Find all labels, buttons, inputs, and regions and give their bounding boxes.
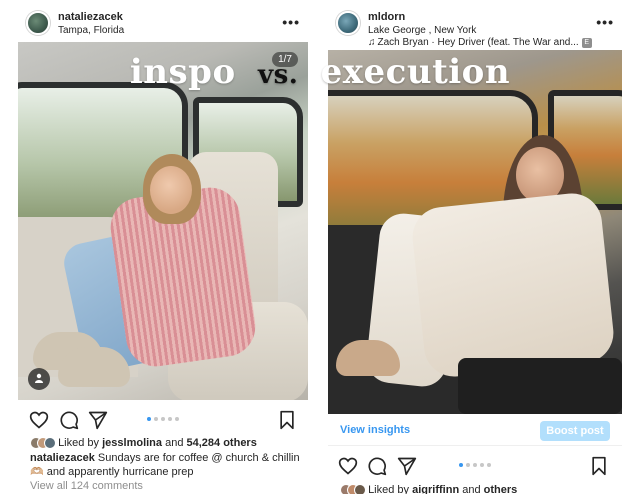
username[interactable]: mldorn bbox=[368, 11, 405, 23]
liker-avatars bbox=[340, 484, 366, 494]
carousel-dot bbox=[487, 463, 491, 467]
heart-icon[interactable] bbox=[338, 456, 358, 476]
carousel-dot bbox=[466, 463, 470, 467]
tagged-users-icon[interactable] bbox=[28, 368, 50, 390]
likes-user[interactable]: jesslmolina bbox=[102, 437, 162, 449]
avatar[interactable] bbox=[26, 11, 50, 35]
location[interactable]: Tampa, Florida bbox=[58, 25, 124, 36]
carousel-dot bbox=[154, 417, 158, 421]
caption: nataliezacek Sundays are for coffee @ ch… bbox=[30, 451, 302, 479]
explicit-badge: E bbox=[581, 38, 592, 48]
share-icon[interactable] bbox=[88, 410, 108, 430]
music-note-icon: ♫ bbox=[368, 37, 376, 48]
carousel-indicator bbox=[459, 463, 491, 467]
likes-count[interactable]: others bbox=[484, 484, 518, 494]
post-header: mldorn Lake George , New York ♫ Zach Brya… bbox=[328, 8, 622, 48]
post-photo[interactable]: 1/7 bbox=[18, 42, 308, 400]
boost-post-button[interactable]: Boost post bbox=[540, 421, 610, 441]
carousel-dot bbox=[480, 463, 484, 467]
overlay-word-inspo: inspo bbox=[129, 52, 236, 92]
avatar[interactable] bbox=[336, 11, 360, 35]
music-track: Zach Bryan · Hey Driver (feat. The War a… bbox=[377, 37, 579, 48]
share-icon[interactable] bbox=[397, 456, 417, 476]
music-line[interactable]: ♫ Zach Bryan · Hey Driver (feat. The War … bbox=[368, 37, 592, 48]
insights-bar: View insights Boost post bbox=[328, 418, 622, 446]
likes-and: and bbox=[462, 484, 481, 494]
likes-count[interactable]: 54,284 others bbox=[187, 437, 257, 449]
bookmark-icon[interactable] bbox=[277, 410, 297, 430]
comment-icon[interactable] bbox=[59, 410, 79, 430]
carousel-indicator bbox=[147, 417, 179, 421]
carousel-dot bbox=[473, 463, 477, 467]
action-bar bbox=[328, 456, 622, 482]
action-bar bbox=[18, 410, 308, 436]
more-options-icon[interactable]: ••• bbox=[596, 14, 614, 30]
overlay-word-vs: vs. bbox=[257, 60, 299, 90]
post-header: nataliezacek Tampa, Florida ••• bbox=[18, 8, 308, 38]
username[interactable]: nataliezacek bbox=[58, 11, 123, 23]
liker-avatars bbox=[30, 437, 56, 452]
carousel-dot bbox=[161, 417, 165, 421]
face bbox=[150, 166, 192, 214]
bookmark-icon[interactable] bbox=[589, 456, 609, 476]
likes-line[interactable]: Liked by jesslmolina and 54,284 others bbox=[30, 437, 257, 452]
overlay-word-execution: execution bbox=[320, 52, 511, 92]
likes-and: and bbox=[165, 437, 184, 449]
carousel-dot bbox=[459, 463, 463, 467]
center-console bbox=[458, 358, 622, 414]
likes-prefix: Liked by bbox=[368, 484, 410, 494]
cream-sweater bbox=[409, 190, 617, 380]
caption-username[interactable]: nataliezacek bbox=[30, 452, 95, 464]
view-insights-link[interactable]: View insights bbox=[340, 424, 410, 436]
slipper bbox=[58, 347, 130, 387]
carousel-dot bbox=[168, 417, 172, 421]
carousel-dot bbox=[147, 417, 151, 421]
view-comments-link[interactable]: View all 124 comments bbox=[30, 480, 143, 492]
likes-user[interactable]: aigriffinn bbox=[412, 484, 459, 494]
more-options-icon[interactable]: ••• bbox=[282, 14, 300, 30]
overlay-title: inspo vs. execution bbox=[0, 52, 640, 92]
likes-line[interactable]: Liked by aigriffinn and others bbox=[340, 484, 517, 494]
carousel-dot bbox=[175, 417, 179, 421]
comment-icon[interactable] bbox=[367, 456, 387, 476]
post-photo[interactable] bbox=[328, 50, 622, 414]
likes-prefix: Liked by bbox=[58, 437, 100, 449]
location[interactable]: Lake George , New York bbox=[368, 25, 476, 36]
heart-icon[interactable] bbox=[29, 410, 49, 430]
slipper bbox=[336, 340, 400, 376]
